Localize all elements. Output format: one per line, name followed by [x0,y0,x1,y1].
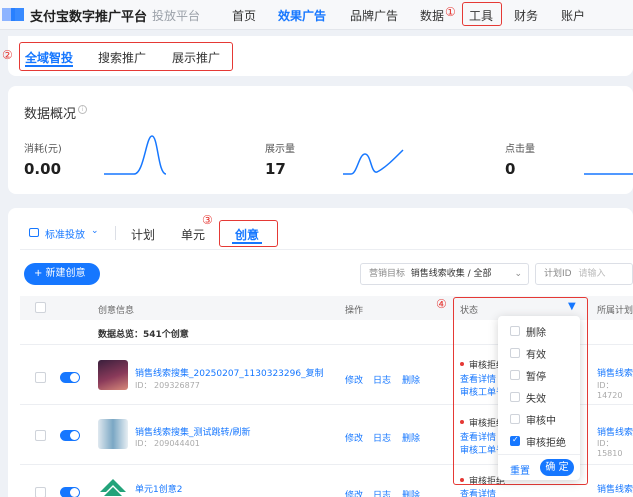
nav-home[interactable]: 首页 [232,7,256,24]
col-actions: 操作 [345,306,364,316]
nav-performance-ads[interactable]: 效果广告 [278,7,326,24]
divider [115,226,116,240]
creative-name[interactable]: 销售线索搜集_20250207_1130323296_复制 [135,366,324,379]
log-button[interactable]: 日志 [373,431,391,444]
info-icon[interactable]: i [78,105,87,114]
annotation-2: ② [2,48,13,62]
creative-name[interactable]: 销售线索搜集_测试跳转/刷新 [135,425,251,438]
subtab-indicator [232,242,262,244]
creative-thumbnail[interactable] [98,477,128,497]
tab-indicator [25,65,73,67]
plan-link[interactable]: 销售线索 [597,366,633,379]
logo-icon [2,8,24,21]
brand-title: 支付宝数字推广平台 [30,10,148,25]
row-checkbox[interactable] [35,430,46,441]
row-toggle[interactable] [60,430,80,441]
status-option-expired[interactable]: 失效 [510,390,546,405]
metric-impressions-value: 17 [265,160,286,178]
metric-clicks-value: 0 [505,160,516,178]
subtab-plan[interactable]: 计划 [131,226,155,243]
delete-button[interactable]: 删除 [402,431,420,444]
reset-button[interactable]: 重置 [510,462,530,477]
annotation-1: ① [445,5,456,19]
nav-brand-ads[interactable]: 品牌广告 [350,7,398,24]
plan-link[interactable]: 销售线索 [597,425,633,438]
mode-select[interactable]: 标准投放 [45,226,85,241]
select-all-checkbox[interactable] [35,302,46,313]
log-button[interactable]: 日志 [373,488,391,497]
cost-sparkline [104,135,166,175]
subtab-creative[interactable]: 创意 [235,226,259,243]
tab-search[interactable]: 搜索推广 [98,49,146,66]
metric-impressions-label: 展示量 [265,144,295,155]
filter-label: 计划ID [544,269,572,279]
edit-button[interactable]: 修改 [345,431,363,444]
annotation-3: ③ [202,213,213,227]
creative-name[interactable]: 单元1创意2 [135,482,182,495]
overview-title: 数据概况 [24,107,77,122]
delete-button[interactable]: 删除 [402,488,420,497]
clicks-sparkline [584,173,633,175]
filter-value: 销售线索收集 / 全部 [410,269,492,279]
metric-cost-value: 0.00 [24,160,62,178]
status-option-paused[interactable]: 暂停 [510,368,546,383]
plan-id-filter[interactable]: 计划ID 请输入 [535,263,633,285]
creative-id: ID： 209326877 [135,381,200,390]
subtab-unit[interactable]: 单元 [181,226,205,243]
creative-thumbnail[interactable] [98,419,128,449]
filter-label: 营销目标 [369,269,406,279]
creative-thumbnail[interactable] [98,360,128,390]
nav-tools[interactable]: 工具 [469,7,493,24]
divider [20,249,633,250]
metric-clicks-label: 点击量 [505,144,535,155]
annotation-4: ④ [436,297,447,311]
plan-id: ID： 14720 [597,381,623,400]
row-toggle[interactable] [60,372,80,383]
row-toggle[interactable] [60,487,80,497]
delete-button[interactable]: 删除 [402,373,420,386]
status-filter-dropdown: 删除 有效 暂停 失效 审核中 审核拒绝 重置 确 定 [498,316,580,480]
status-option-deleted[interactable]: 删除 [510,324,546,339]
tab-full-domain[interactable]: 全域智投 [25,49,73,66]
table-summary: 数据总览：541个创意 [98,330,189,340]
impressions-sparkline [343,149,404,175]
overview-card [8,86,633,194]
chevron-down-icon: ⌄ [514,269,522,279]
nav-data[interactable]: 数据 [420,7,444,24]
status-option-rejected[interactable]: 审核拒绝 [510,434,566,449]
col-creative-info: 创意信息 [98,306,135,316]
confirm-button[interactable]: 确 定 [540,459,574,476]
chevron-down-icon[interactable]: ⌄ [91,226,99,236]
calendar-icon [29,228,39,237]
log-button[interactable]: 日志 [373,373,391,386]
nav-account[interactable]: 账户 [561,7,585,24]
tab-display[interactable]: 展示推广 [172,49,220,66]
plan-link[interactable]: 销售线索 [597,482,633,495]
creative-id: ID： 209044401 [135,439,200,448]
divider [498,454,580,455]
marketing-goal-filter[interactable]: 营销目标 销售线索收集 / 全部 ⌄ [360,263,529,285]
edit-button[interactable]: 修改 [345,373,363,386]
nav-finance[interactable]: 财务 [514,7,538,24]
status-option-valid[interactable]: 有效 [510,346,546,361]
view-details-link[interactable]: 查看详情 [460,487,496,497]
row-checkbox[interactable] [35,372,46,383]
plan-id: ID： 15810 [597,439,623,458]
brand-subtitle: 投放平台 [152,9,201,23]
plan-id-input[interactable]: 请输入 [578,269,605,279]
row-checkbox[interactable] [35,487,46,497]
edit-button[interactable]: 修改 [345,488,363,497]
metric-cost-label: 消耗(元) [24,144,62,155]
new-creative-button[interactable]: + 新建创意 [24,263,100,285]
col-plan: 所属计划 [597,306,633,316]
status-option-reviewing[interactable]: 审核中 [510,412,556,427]
